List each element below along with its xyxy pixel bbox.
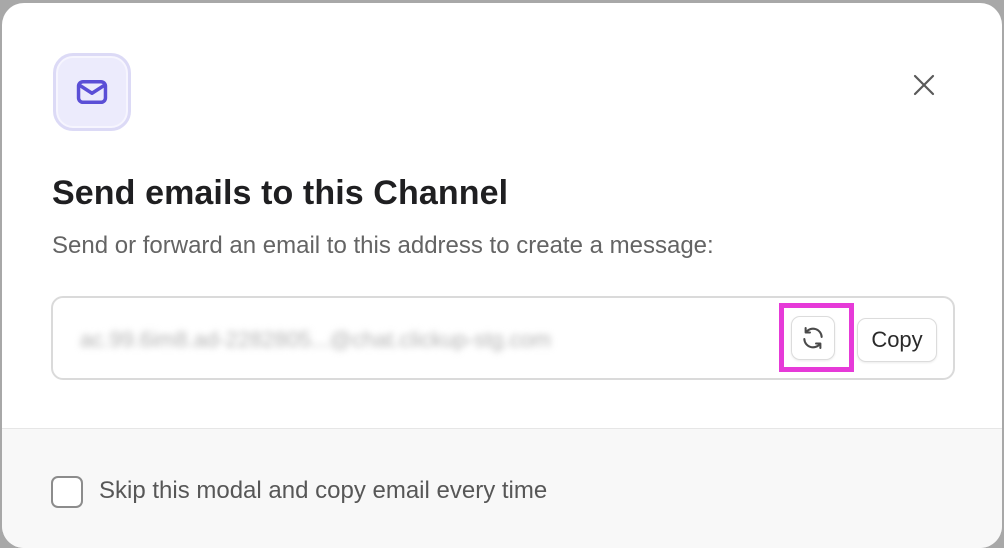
- regenerate-email-button[interactable]: [791, 316, 835, 360]
- refresh-icon: [803, 327, 823, 349]
- envelope-icon: [76, 79, 108, 105]
- modal-title: Send emails to this Channel: [52, 174, 509, 212]
- channel-email-address[interactable]: ac.99.6im8.ad-2282805...@chat.clickup-st…: [80, 327, 551, 353]
- email-channel-modal: Send emails to this Channel Send or forw…: [2, 3, 1002, 548]
- modal-footer: Skip this modal and copy email every tim…: [2, 428, 1002, 548]
- skip-modal-label[interactable]: Skip this modal and copy email every tim…: [99, 477, 547, 505]
- envelope-icon-badge: [53, 53, 131, 131]
- close-icon: [913, 74, 935, 96]
- modal-subtitle: Send or forward an email to this address…: [52, 232, 714, 259]
- skip-modal-checkbox[interactable]: [51, 476, 83, 508]
- close-button[interactable]: [904, 65, 944, 105]
- channel-email-field[interactable]: ac.99.6im8.ad-2282805...@chat.clickup-st…: [51, 296, 955, 380]
- copy-button[interactable]: Copy: [857, 318, 937, 362]
